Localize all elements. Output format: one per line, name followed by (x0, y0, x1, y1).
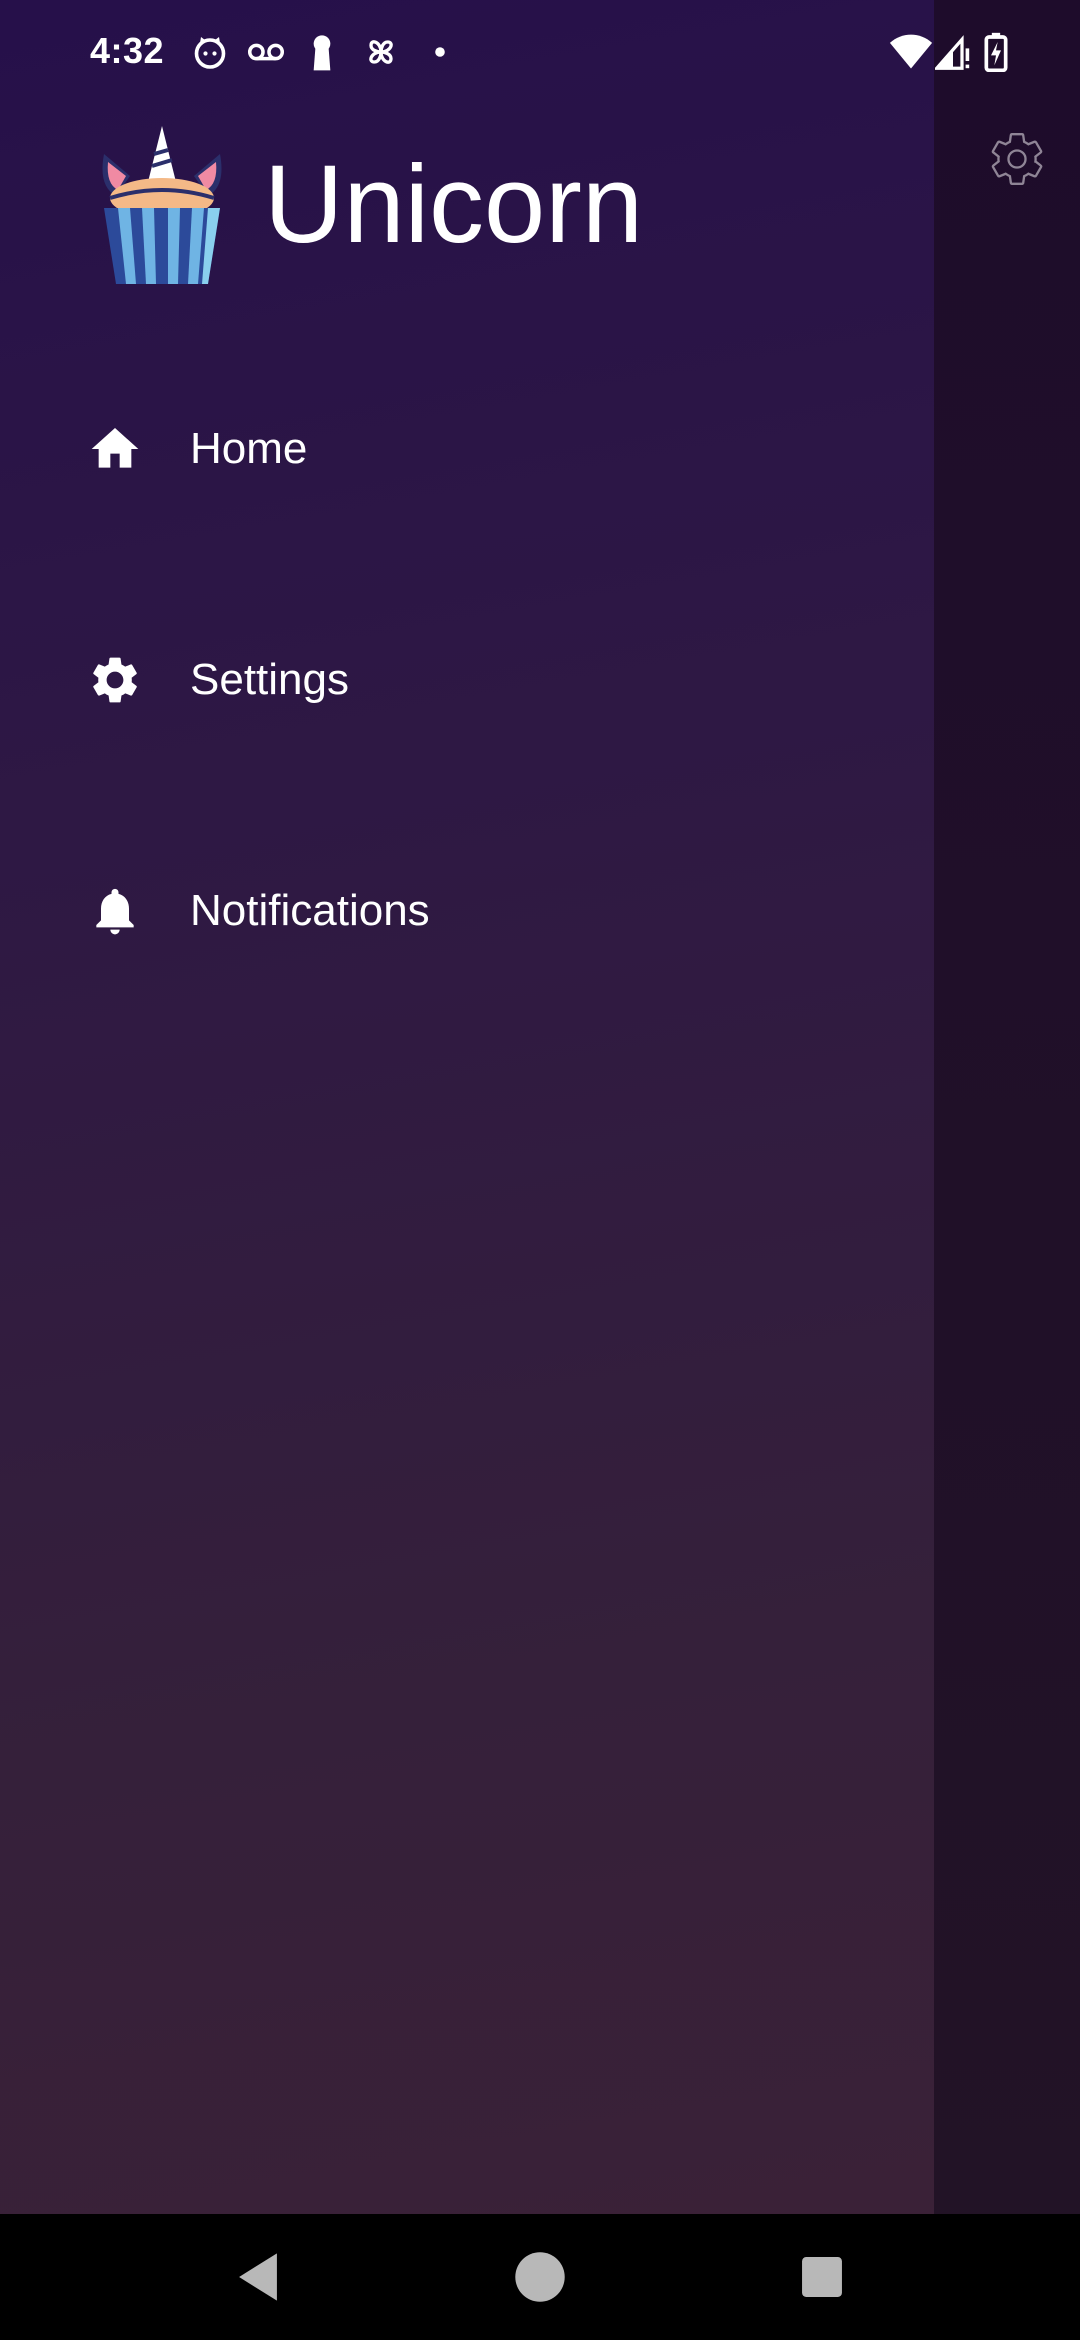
battery-charging-icon (980, 30, 1012, 74)
background-app (934, 0, 1080, 2214)
status-time: 4:32 (90, 30, 165, 71)
drawer-item-notifications[interactable]: Notifications (0, 846, 934, 976)
home-icon (86, 420, 144, 478)
back-icon (239, 2253, 277, 2301)
gear-outline-icon (991, 133, 1043, 185)
drawer-item-label: Home (190, 424, 308, 473)
drawer-item-label: Notifications (190, 886, 430, 935)
recents-icon (802, 2257, 842, 2297)
voicemail-icon (244, 30, 288, 74)
pinwheel-icon (360, 30, 402, 74)
unicorn-cupcake-logo (102, 126, 222, 284)
bell-icon (86, 882, 144, 940)
system-navigation-bar (0, 2214, 1080, 2340)
gear-icon (86, 651, 144, 709)
cell-signal-icon (934, 30, 972, 74)
home-button[interactable] (510, 2247, 570, 2307)
background-settings-button[interactable] (984, 126, 1050, 192)
wifi-icon (888, 30, 934, 74)
keyhole-icon (306, 30, 338, 74)
drawer-item-label: Settings (190, 655, 349, 704)
recents-button[interactable] (792, 2247, 852, 2307)
back-button[interactable] (228, 2247, 288, 2307)
app-title: Unicorn (264, 143, 644, 266)
dot-icon (432, 30, 448, 74)
navigation-drawer: Unicorn Home Settings Notifications (0, 0, 934, 2214)
status-bar: 4:32 (0, 0, 1080, 100)
drawer-item-settings[interactable]: Settings (0, 615, 934, 745)
cat-face-icon (190, 30, 230, 74)
home-circle-icon (515, 2252, 565, 2302)
drawer-item-home[interactable]: Home (0, 384, 934, 514)
